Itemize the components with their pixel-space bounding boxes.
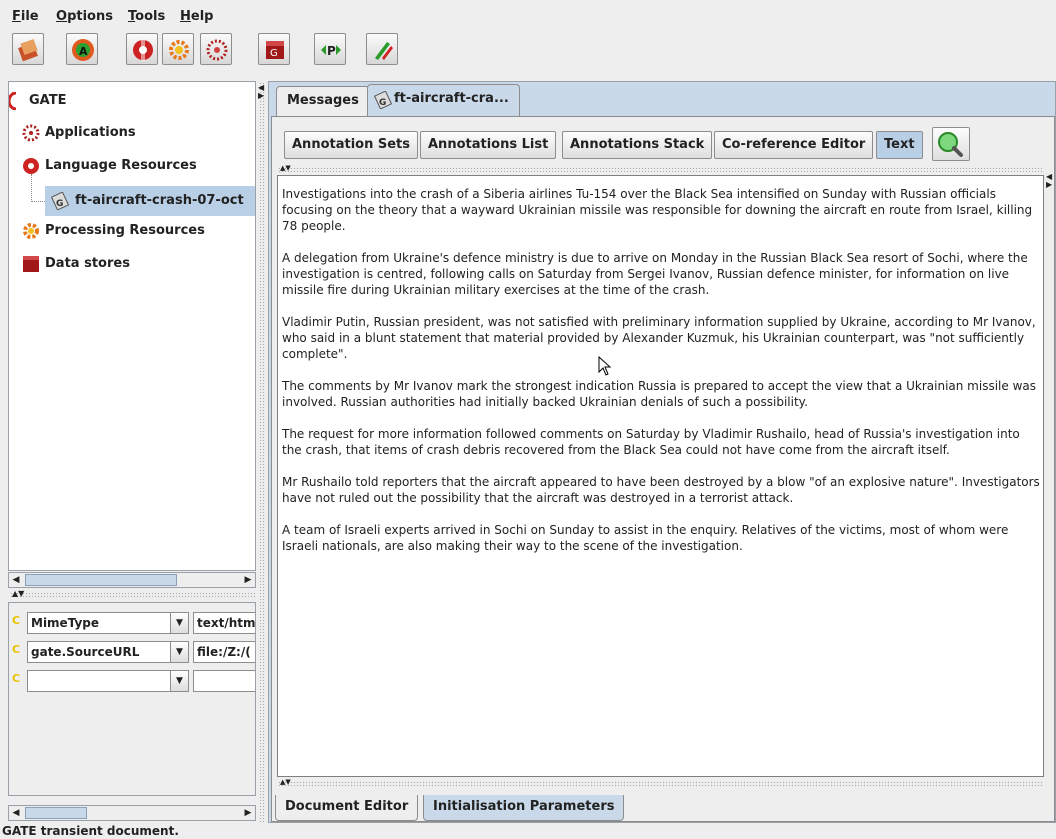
menu-options[interactable]: Options: [56, 9, 113, 24]
feature-value-field[interactable]: file:/Z:/(: [193, 641, 255, 663]
annotation-sets-button[interactable]: Annotation Sets: [284, 131, 419, 159]
new-application-icon: [206, 39, 228, 61]
feature-row: C MimeType ▼ text/htm: [9, 609, 255, 635]
text-paragraph: The comments by Mr Ivanov mark the stron…: [282, 379, 1036, 409]
feature-name-combo[interactable]: ▼: [27, 670, 189, 692]
vertical-splitter[interactable]: [10, 592, 256, 598]
svg-text:G: G: [56, 199, 63, 209]
menu-bar: File Options Tools Help: [0, 0, 1056, 28]
scroll-left-icon[interactable]: ◀: [9, 573, 23, 587]
menu-file[interactable]: File: [12, 9, 39, 24]
search-icon: [938, 132, 963, 157]
text-paragraph: The request for more information followe…: [282, 427, 1020, 457]
document-text-area[interactable]: Investigations into the crash of a Siber…: [277, 175, 1044, 777]
features-horizontal-scrollbar[interactable]: ◀ ▶: [8, 805, 256, 821]
text-paragraph: A team of Israeli experts arrived in Soc…: [282, 523, 1009, 553]
chevron-down-icon[interactable]: ▼: [170, 613, 188, 633]
annotations-stack-button[interactable]: Annotations Stack: [562, 131, 713, 159]
load-application-icon: [18, 38, 38, 62]
status-bar: GATE transient document.: [2, 824, 179, 838]
new-processing-resource-icon: [169, 40, 189, 60]
chevron-down-icon[interactable]: ▼: [170, 642, 188, 662]
annie-button[interactable]: A: [66, 33, 98, 65]
document-text[interactable]: Investigations into the crash of a Siber…: [282, 186, 1040, 570]
document-icon: G: [50, 191, 70, 216]
feature-name-combo[interactable]: gate.SourceURL ▼: [27, 641, 189, 663]
splitter-arrows-icon[interactable]: ▲▼: [12, 590, 24, 598]
search-button[interactable]: [932, 127, 970, 161]
horizontal-splitter[interactable]: [259, 82, 265, 822]
text-paragraph: Mr Rushailo told reporters that the airc…: [282, 475, 1040, 505]
new-language-resource-icon: [133, 39, 153, 61]
splitter-arrows-icon[interactable]: ▲▼: [280, 165, 291, 172]
scroll-left-icon[interactable]: ◀: [9, 806, 23, 820]
svg-text:G: G: [379, 98, 386, 108]
mouse-cursor-icon: [598, 356, 612, 376]
main-panel: Messages G ft-aircraft-cra... Annotation…: [268, 81, 1056, 823]
scroll-right-icon[interactable]: ▶: [241, 573, 255, 587]
text-splitter-bottom[interactable]: [278, 781, 1044, 786]
text-paragraph: Investigations into the crash of a Siber…: [282, 187, 1033, 233]
text-splitter-top[interactable]: [278, 167, 1044, 172]
type-mark: C: [12, 672, 21, 685]
annie-icon: A: [72, 39, 94, 61]
tab-messages[interactable]: Messages: [276, 86, 370, 116]
resource-tree: GATE Applications Language Resources G f…: [8, 81, 256, 571]
splitter-arrows-icon[interactable]: ◀ ▶: [258, 84, 266, 100]
feature-row: C gate.SourceURL ▼ file:/Z:/(: [9, 638, 255, 664]
processing-resources-icon: [21, 222, 41, 250]
new-processing-resource-button[interactable]: [162, 33, 194, 65]
scrollbar-thumb[interactable]: [25, 574, 177, 586]
feature-name-combo[interactable]: MimeType ▼: [27, 612, 189, 634]
datastore-button[interactable]: G: [258, 33, 290, 65]
feature-value-field[interactable]: text/htm: [193, 612, 255, 634]
type-mark: C: [12, 643, 21, 656]
data-stores-icon: [21, 255, 41, 283]
tab-document[interactable]: G ft-aircraft-cra...: [367, 84, 520, 116]
menu-help[interactable]: Help: [180, 9, 213, 24]
splitter-arrows-icon[interactable]: ◀ ▶: [1046, 173, 1054, 189]
document-editor-panel: Annotation Sets Annotations List Annotat…: [271, 116, 1055, 822]
tree-connector: [31, 174, 32, 202]
toolbar: A G P: [0, 30, 1056, 70]
new-language-resource-button[interactable]: [126, 33, 158, 65]
annotation-diff-button[interactable]: [366, 33, 398, 65]
tree-node-document[interactable]: G ft-aircraft-crash-07-oct: [45, 186, 255, 216]
gate-icon: [9, 91, 23, 120]
svg-text:A: A: [79, 45, 88, 58]
tab-initialisation-parameters[interactable]: Initialisation Parameters: [423, 795, 625, 821]
applications-icon: [21, 124, 41, 152]
pipeline-icon: P: [321, 44, 341, 58]
chevron-down-icon[interactable]: ▼: [170, 671, 188, 691]
datastore-icon: G: [266, 41, 284, 59]
svg-text:G: G: [270, 48, 278, 59]
new-application-button[interactable]: [200, 33, 232, 65]
annotation-diff-icon: [375, 42, 393, 60]
svg-text:P: P: [327, 44, 336, 58]
tab-document-editor[interactable]: Document Editor: [275, 795, 419, 821]
annotations-list-button[interactable]: Annotations List: [420, 131, 557, 159]
feature-value-field[interactable]: [193, 670, 255, 692]
pipeline-button[interactable]: P: [314, 33, 346, 65]
text-paragraph: A delegation from Ukraine's defence mini…: [282, 251, 1028, 297]
type-mark: C: [12, 614, 21, 627]
tree-horizontal-scrollbar[interactable]: ◀ ▶: [8, 572, 256, 588]
text-view-button[interactable]: Text: [876, 131, 923, 159]
features-table: C MimeType ▼ text/htm C gate.SourceURL ▼…: [8, 602, 256, 796]
splitter-arrows-icon[interactable]: ▲▼: [280, 779, 291, 786]
scroll-right-icon[interactable]: ▶: [241, 806, 255, 820]
load-application-button[interactable]: [12, 33, 44, 65]
coreference-editor-button[interactable]: Co-reference Editor: [714, 131, 874, 159]
feature-row: C ▼: [9, 667, 255, 693]
scrollbar-thumb[interactable]: [25, 807, 87, 819]
text-paragraph: Vladimir Putin, Russian president, was n…: [282, 315, 1036, 361]
menu-tools[interactable]: Tools: [128, 9, 165, 24]
tree-connector: [31, 201, 45, 202]
